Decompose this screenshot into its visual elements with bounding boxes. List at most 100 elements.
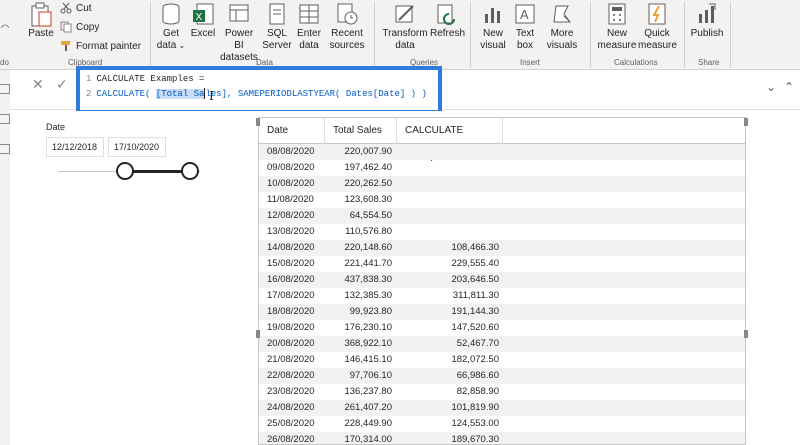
bar-chart-icon xyxy=(481,2,505,26)
ribbon: do Paste Cut Copy Format painter Clipboa… xyxy=(0,0,800,70)
paste-label: Paste xyxy=(28,28,54,39)
table-row: 11/08/2020 123,608.30 xyxy=(259,192,745,208)
slider-end-handle[interactable] xyxy=(181,162,199,180)
table-row: 26/08/2020 170,314.00 189,670.30 xyxy=(259,432,745,445)
cell-calculate-examples: 189,670.30 xyxy=(451,434,499,445)
table-row: 18/08/2020 99,923.80 191,144.30 xyxy=(259,304,745,320)
cell-calculate-examples: 108,466.30 xyxy=(451,242,499,253)
measure-definition: CALCULATE Examples = xyxy=(96,74,205,84)
cut-label: Cut xyxy=(76,2,92,14)
commit-formula-icon[interactable]: ✓ xyxy=(56,76,68,93)
cell-total-sales: 123,608.30 xyxy=(344,194,392,205)
cell-date: 12/08/2020 xyxy=(267,210,315,221)
resize-handle[interactable] xyxy=(256,118,260,126)
calculate-function: CALCULATE( xyxy=(96,89,151,99)
column-header-date[interactable]: Date xyxy=(259,118,325,144)
publish-button[interactable]: Publish xyxy=(690,2,724,40)
powerbi-datasets-label: Power BI datasets xyxy=(220,28,258,63)
sql-server-button[interactable]: SQL Server xyxy=(262,2,292,52)
slider-start-handle[interactable] xyxy=(116,162,134,180)
formula-bar: ✕ ✓ 1 CALCULATE Examples = 2 CALCULATE( [T… xyxy=(10,66,800,114)
table-visual[interactable]: Date Total Sales CALCULATE Examples 08/0… xyxy=(258,117,746,445)
new-measure-button[interactable]: New measure xyxy=(596,2,638,52)
table-row: 17/08/2020 132,385.30 311,811.30 xyxy=(259,288,745,304)
transform-data-label: Transform data xyxy=(382,28,428,51)
format-painter-label: Format painter xyxy=(76,40,142,52)
cell-total-sales: 110,576.80 xyxy=(345,226,392,237)
model-view-icon[interactable] xyxy=(0,144,10,154)
paste-icon xyxy=(29,2,53,27)
ribbon-separator xyxy=(590,2,591,68)
clock-icon xyxy=(335,2,359,26)
more-visuals-button[interactable]: More visuals xyxy=(542,2,582,52)
calculator-icon xyxy=(605,2,629,26)
refresh-button[interactable]: Refresh xyxy=(430,2,465,40)
formula-remainder: les], SAMEPERIODLASTYEAR( Dates[Date] ) … xyxy=(205,89,427,99)
cell-date: 13/08/2020 xyxy=(267,226,315,237)
paste-button[interactable]: Paste xyxy=(28,2,54,40)
scissors-icon xyxy=(60,2,72,14)
database-icon xyxy=(159,2,183,26)
cell-calculate-examples xyxy=(397,176,499,192)
cell-date: 14/08/2020 xyxy=(267,242,315,253)
cell-calculate-examples xyxy=(397,144,499,160)
get-data-button[interactable]: Get data ⌄ xyxy=(156,2,186,52)
table-icon xyxy=(297,2,321,26)
redo-icon[interactable] xyxy=(0,20,10,35)
column-header-total-sales[interactable]: Total Sales xyxy=(325,118,397,144)
cell-date: 11/08/2020 xyxy=(267,194,314,205)
collapse-formula-icon[interactable]: ⌃ xyxy=(784,80,794,94)
cell-total-sales: 368,922.10 xyxy=(344,338,392,349)
copy-label: Copy xyxy=(76,21,100,33)
cell-calculate-examples: 124,553.00 xyxy=(451,418,499,429)
table-row: 23/08/2020 136,237.80 82,858.90 xyxy=(259,384,745,400)
start-date-input[interactable]: 12/12/2018 xyxy=(46,137,104,157)
quick-measure-button[interactable]: Quick measure xyxy=(638,2,677,52)
new-visual-button[interactable]: New visual xyxy=(478,2,508,52)
enter-data-button[interactable]: Enter data xyxy=(296,2,322,52)
excel-label: Excel xyxy=(190,28,216,39)
cell-date: 17/08/2020 xyxy=(267,290,315,301)
more-visuals-icon xyxy=(550,2,574,26)
recent-sources-button[interactable]: Recent sources xyxy=(326,2,368,52)
column-header-calculate-examples[interactable]: CALCULATE Examples xyxy=(397,118,503,162)
transform-data-button[interactable]: Transform data xyxy=(380,2,430,52)
resize-handle[interactable] xyxy=(256,330,260,338)
table-header: Date Total Sales CALCULATE Examples xyxy=(259,118,745,162)
cell-date: 08/08/2020 xyxy=(267,146,315,157)
share-group-label: Share xyxy=(698,58,720,67)
powerbi-datasets-button[interactable]: Power BI datasets xyxy=(220,2,258,64)
data-view-icon[interactable] xyxy=(0,114,10,124)
end-date-input[interactable]: 17/10/2020 xyxy=(108,137,166,157)
resize-handle[interactable] xyxy=(744,330,748,338)
cell-date: 09/08/2020 xyxy=(267,162,315,173)
dataset-icon xyxy=(227,2,251,26)
table-row: 20/08/2020 368,922.10 52,467.70 xyxy=(259,336,745,352)
table-row: 25/08/2020 228,449.90 124,553.00 xyxy=(259,416,745,432)
cell-total-sales: 221,441.70 xyxy=(344,258,392,269)
calculations-group-label: Calculations xyxy=(614,58,658,67)
publish-label: Publish xyxy=(690,28,724,39)
more-visuals-label: More visuals xyxy=(546,28,578,51)
cell-date: 23/08/2020 xyxy=(267,386,315,397)
cell-total-sales: 228,449.90 xyxy=(344,418,392,429)
svg-text:X: X xyxy=(196,12,203,23)
copy-button[interactable]: Copy xyxy=(60,21,99,33)
cell-date: 22/08/2020 xyxy=(267,370,315,381)
report-view-icon[interactable] xyxy=(0,84,10,94)
format-painter-button[interactable]: Format painter xyxy=(60,40,141,52)
cell-calculate-examples: 82,858.90 xyxy=(456,386,499,397)
cell-total-sales: 220,262.50 xyxy=(344,178,392,189)
text-box-icon: A xyxy=(513,2,537,26)
expand-formula-icon[interactable]: ⌄ xyxy=(766,80,776,94)
new-visual-label: New visual xyxy=(480,28,506,51)
dax-editor[interactable]: 1 CALCULATE Examples = 2 CALCULATE( [Total… xyxy=(76,66,442,114)
cut-button[interactable]: Cut xyxy=(60,2,92,14)
text-box-button[interactable]: A Text box xyxy=(512,2,538,52)
excel-button[interactable]: X Excel xyxy=(190,2,216,40)
quick-measure-icon xyxy=(645,2,669,26)
table-row: 16/08/2020 437,838.30 203,646.50 xyxy=(259,272,745,288)
copy-icon xyxy=(60,21,72,33)
cancel-formula-icon[interactable]: ✕ xyxy=(32,76,44,93)
resize-handle[interactable] xyxy=(744,118,748,126)
